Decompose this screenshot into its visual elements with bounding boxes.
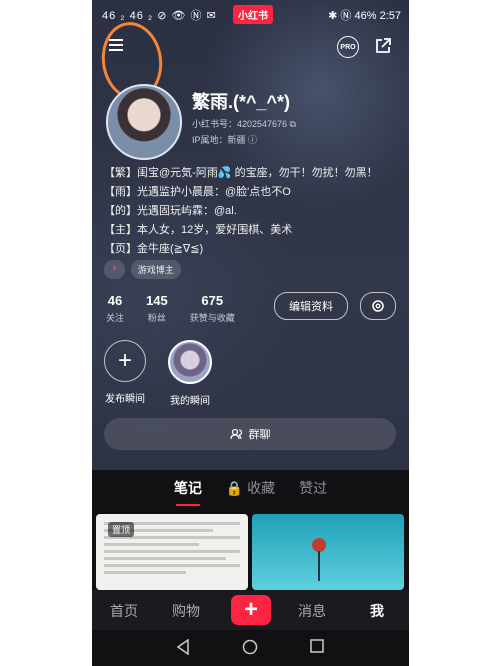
bio-line: 【繁】闺宝@元気-阿雨💦 的宝座，勿干！勿扰！勿黑！: [104, 167, 378, 179]
nav-me[interactable]: 我: [370, 601, 384, 621]
status-left-icons: 46 ₂ 46 ₂ ⊘ 👁 Ⓝ ✉: [102, 10, 217, 22]
rose-image: [312, 538, 326, 552]
gender-tag: ♀: [104, 260, 125, 279]
username: 繁雨.(*^_^*): [192, 92, 291, 112]
back-icon[interactable]: [176, 639, 190, 655]
stat-number: 46: [107, 293, 123, 308]
people-icon: [229, 428, 242, 440]
bio-line: 【主】本人女，12岁，爱好围棋、美术: [104, 224, 293, 236]
stat-label: 粉丝: [147, 313, 166, 323]
edit-profile-button[interactable]: 编辑资料: [274, 292, 348, 320]
note-card[interactable]: 置顶: [96, 514, 248, 590]
stat-number: 675: [201, 293, 224, 308]
status-right-icons: ✱ Ⓝ 46%: [328, 10, 377, 22]
nav-messages[interactable]: 消息: [298, 601, 326, 621]
share-icon[interactable]: [373, 36, 393, 56]
home-icon[interactable]: [242, 639, 258, 655]
stat-likes[interactable]: 675 获赞与收藏: [190, 293, 235, 324]
recents-icon[interactable]: [310, 639, 324, 653]
ip-location: IP属地：新疆 ⓘ: [192, 135, 258, 145]
pro-icon[interactable]: PRO: [337, 36, 359, 58]
tab-liked[interactable]: 赞过: [299, 478, 327, 498]
pinned-badge: 置顶: [108, 522, 135, 537]
stat-label: 获赞与收藏: [189, 313, 235, 323]
group-chat-button[interactable]: 群聊: [104, 418, 396, 450]
rose-stem: [318, 551, 320, 581]
stat-followers[interactable]: 145 粉丝: [146, 293, 168, 324]
bio-line: 【页】金牛座(≧∇≦): [104, 243, 204, 255]
my-moment-label: 我的瞬间: [170, 396, 210, 407]
nav-shopping[interactable]: 购物: [172, 601, 200, 621]
my-moment[interactable]: 我的瞬间: [168, 340, 212, 407]
user-id[interactable]: 小红书号：4202547676 ⧉: [192, 117, 296, 130]
moment-thumbnail: [168, 340, 212, 384]
publish-moment[interactable]: + 发布瞬间: [104, 340, 146, 405]
publish-moment-label: 发布瞬间: [105, 394, 145, 405]
menu-icon[interactable]: [106, 36, 128, 54]
nav-home[interactable]: 首页: [110, 601, 138, 621]
group-chat-label: 群聊: [248, 429, 271, 441]
app-logo-badge: 小红书: [233, 5, 273, 24]
tab-collections[interactable]: 🔒 收藏: [226, 478, 275, 498]
note-card[interactable]: [252, 514, 404, 590]
status-time: 2:57: [379, 10, 401, 22]
bio-line: 【的】光遇固玩屿霖：@al.: [104, 205, 237, 217]
plus-icon: +: [104, 340, 146, 382]
stats: 46 关注 145 粉丝 675 获赞与收藏: [106, 293, 235, 324]
stat-number: 145: [146, 293, 168, 308]
tab-notes[interactable]: 笔记: [174, 478, 202, 506]
system-nav-bar: [92, 630, 409, 666]
create-post-button[interactable]: +: [231, 595, 271, 625]
status-right: ✱ Ⓝ 46% 2:57: [328, 7, 401, 23]
stat-following[interactable]: 46 关注: [106, 293, 124, 324]
phone-screen: 46 ₂ 46 ₂ ⊘ 👁 Ⓝ ✉ 小红书 ✱ Ⓝ 46% 2:57 PRO 繁…: [92, 0, 409, 666]
tags: ♀ 游戏博主: [104, 260, 181, 279]
role-tag: 游戏博主: [130, 260, 181, 279]
content-tabs: 笔记 🔒 收藏 赞过: [92, 470, 409, 506]
settings-button[interactable]: [360, 292, 396, 320]
avatar[interactable]: [106, 84, 182, 160]
gear-icon: [372, 300, 384, 312]
bio-line: 【雨】光遇监护小晨晨：@脸'点也不O: [104, 186, 291, 198]
stat-label: 关注: [106, 313, 125, 323]
bio: 【繁】闺宝@元気-阿雨💦 的宝座，勿干！勿扰！勿黑！ 【雨】光遇监护小晨晨：@脸…: [104, 164, 404, 259]
